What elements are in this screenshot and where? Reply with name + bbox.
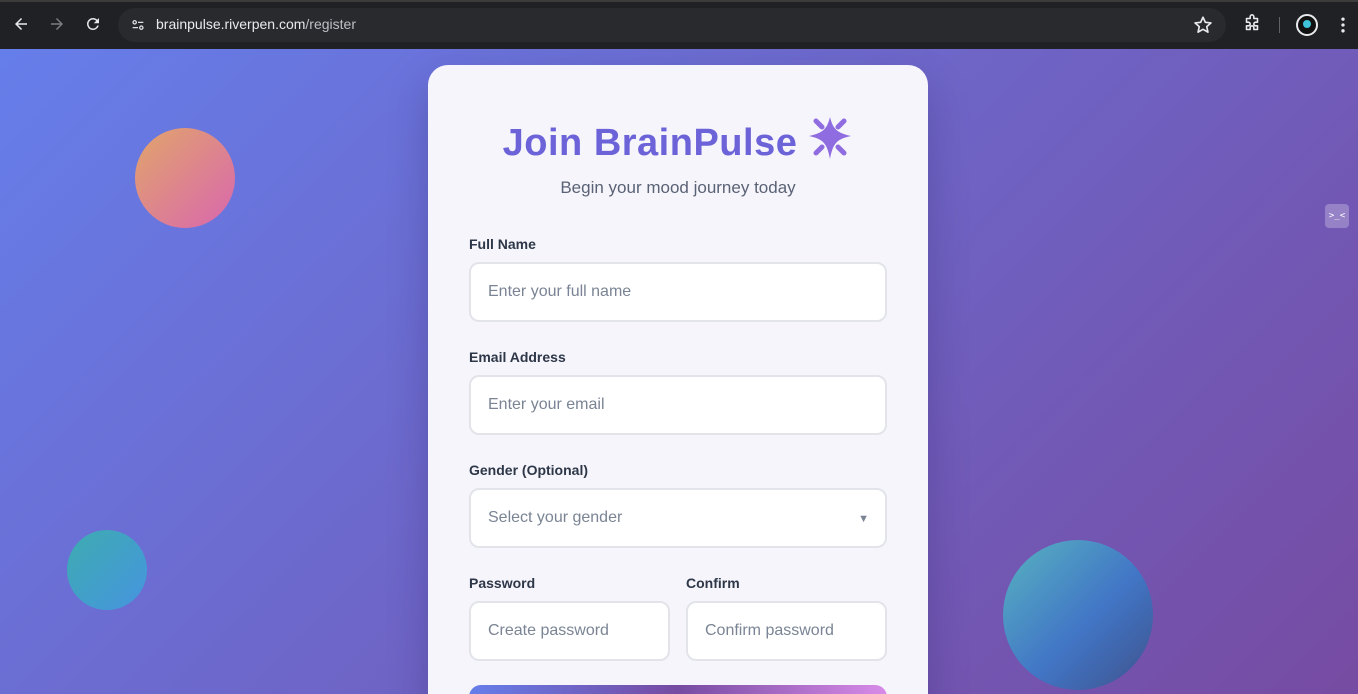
url-path: /register [305, 16, 356, 32]
reload-icon [86, 17, 99, 30]
site-settings-icon[interactable] [126, 13, 150, 37]
full-name-input[interactable]: Enter your full name [469, 262, 887, 322]
page-subtitle: Begin your mood journey today [560, 178, 796, 197]
decorative-orange-bubble [135, 128, 235, 228]
password-label: Password [469, 575, 536, 591]
gender-select[interactable]: Select your gender ▼ [469, 488, 887, 548]
side-panel-tab[interactable]: >_< [1325, 204, 1349, 228]
confirm-password-input[interactable]: Confirm password [686, 601, 887, 661]
password-input[interactable]: Create password [469, 601, 670, 661]
dropdown-arrow-icon: ▼ [858, 513, 869, 525]
title-text: Join BrainPulse [502, 122, 798, 164]
register-card: Join BrainPulse Begin your mood journey … [428, 65, 928, 694]
decorative-blue-bubble [1003, 540, 1153, 690]
submit-button[interactable] [469, 685, 887, 694]
forward-button[interactable] [45, 12, 69, 36]
full-name-label: Full Name [469, 236, 536, 252]
extensions-puzzle-icon[interactable] [1241, 13, 1263, 35]
url-text: brainpulse.riverpen.com/register [156, 16, 356, 32]
reload-button[interactable] [81, 12, 105, 36]
browser-toolbar: brainpulse.riverpen.com/register [0, 0, 1358, 49]
decorative-teal-bubble [67, 530, 147, 610]
confirm-label: Confirm [686, 575, 740, 591]
profile-avatar[interactable] [1296, 14, 1318, 36]
email-input[interactable]: Enter your email [469, 375, 887, 435]
toolbar-separator [1279, 17, 1280, 33]
back-button[interactable] [9, 12, 33, 36]
gender-label: Gender (Optional) [469, 462, 588, 478]
page-title: Join BrainPulse [428, 115, 928, 171]
bookmark-star-icon[interactable] [1192, 14, 1214, 36]
arrow-left-icon [15, 18, 27, 30]
page-background: >_< Join BrainPulse Begin your mood jour… [0, 49, 1358, 694]
email-label: Email Address [469, 349, 566, 365]
sparkle-icon [807, 115, 853, 171]
arrow-right-icon [51, 18, 63, 30]
url-host: brainpulse.riverpen.com [156, 16, 306, 32]
more-menu-icon[interactable] [1332, 14, 1354, 36]
gender-select-value: Select your gender [488, 509, 623, 526]
tab-strip-edge [0, 0, 1358, 2]
address-bar[interactable]: brainpulse.riverpen.com/register [118, 8, 1226, 42]
